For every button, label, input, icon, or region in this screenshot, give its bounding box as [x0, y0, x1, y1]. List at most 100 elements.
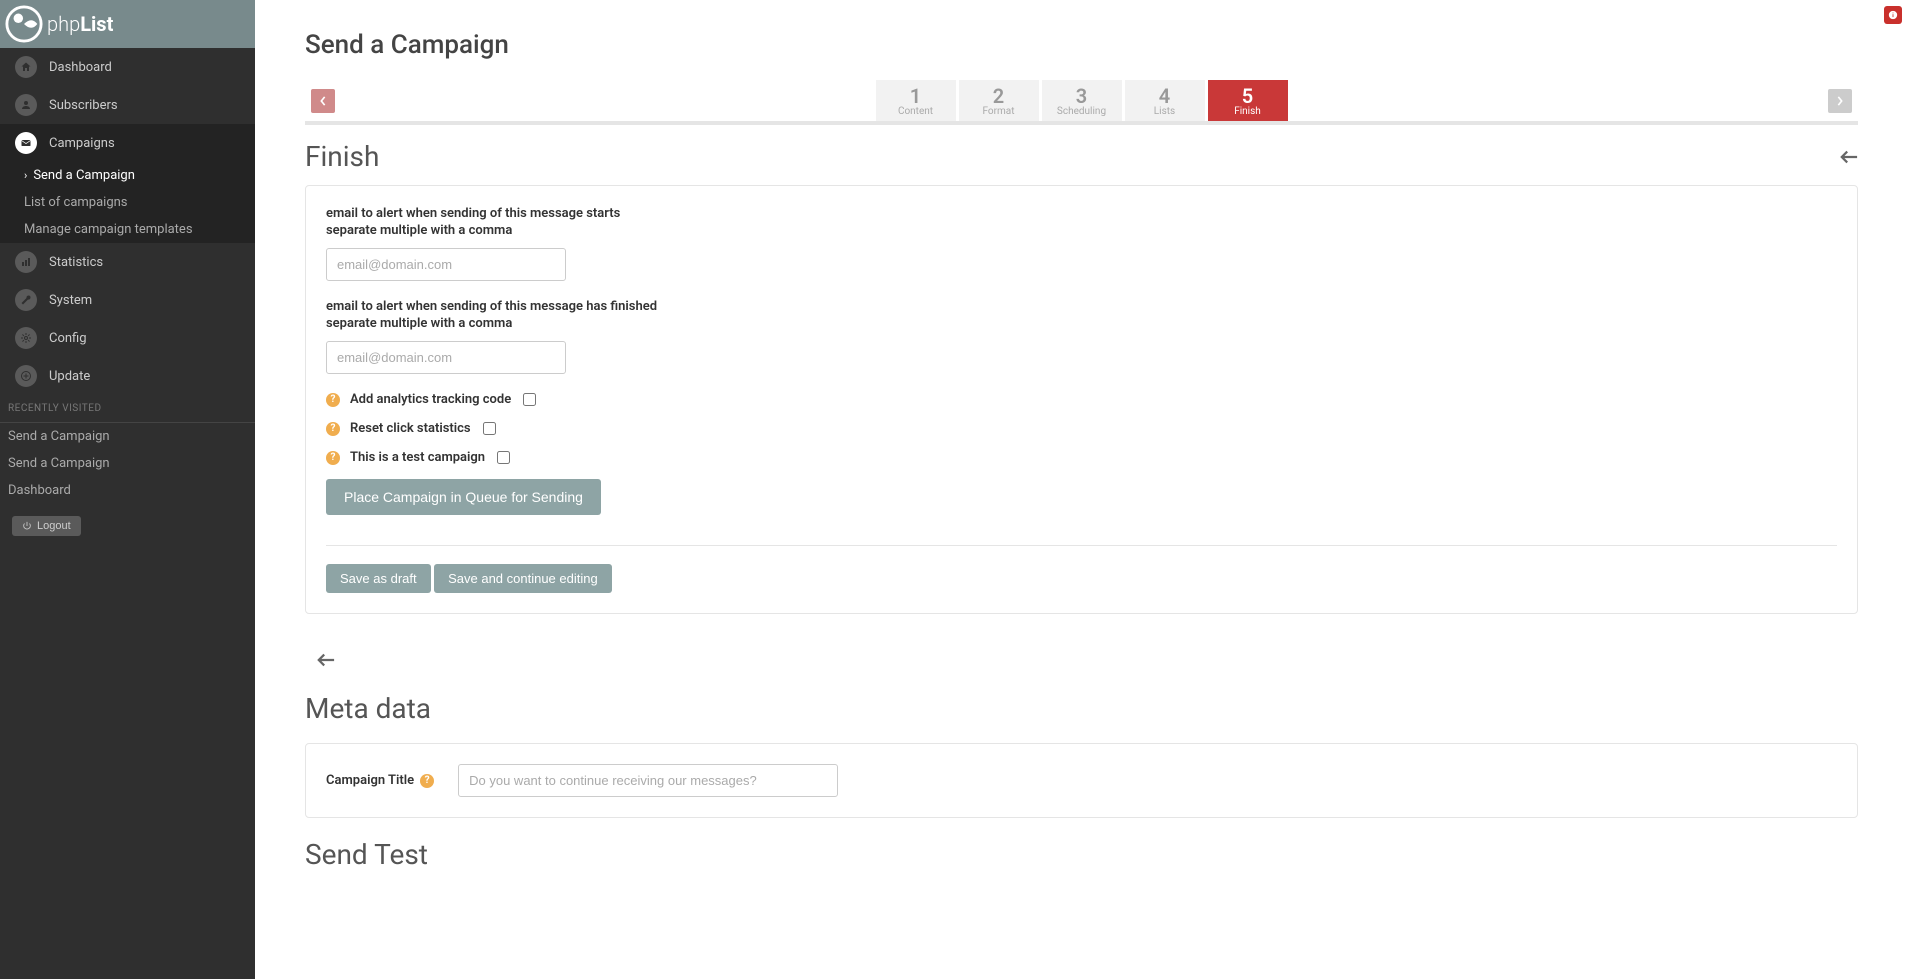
steps-bar: 1 Content 2 Format 3 Scheduling 4 Lists … — [305, 80, 1858, 125]
nav-label: Dashboard — [49, 60, 112, 75]
subnav-manage-templates[interactable]: Manage campaign templates — [0, 216, 255, 243]
alert-start-label-1: email to alert when sending of this mess… — [326, 206, 1837, 221]
sidebar-header: phpList — [0, 0, 255, 48]
analytics-row: ? Add analytics tracking code — [326, 392, 1837, 407]
step-tab-lists[interactable]: 4 Lists — [1125, 80, 1205, 121]
reset-checkbox[interactable] — [483, 422, 496, 435]
chevron-right-icon — [1836, 96, 1844, 106]
recent-header: RECENTLY VISITED — [0, 395, 255, 423]
save-draft-button[interactable]: Save as draft — [326, 564, 431, 593]
recent-item[interactable]: Dashboard — [0, 477, 255, 504]
help-icon[interactable]: ? — [326, 393, 340, 407]
logout-button[interactable]: Logout — [12, 516, 81, 536]
analytics-checkbox[interactable] — [523, 393, 536, 406]
campaign-title-label: Campaign Title ? — [326, 773, 444, 788]
nav-campaigns[interactable]: Campaigns — [0, 124, 255, 162]
wrench-icon — [15, 289, 37, 311]
back-arrow[interactable] — [1840, 145, 1858, 169]
recent-section: RECENTLY VISITED Send a Campaign Send a … — [0, 395, 255, 504]
chevron-left-icon — [319, 96, 327, 106]
step-label: Content — [876, 106, 956, 117]
nav-label: Config — [49, 331, 87, 346]
steps-center: 1 Content 2 Format 3 Scheduling 4 Lists … — [876, 80, 1288, 121]
below-back-arrow[interactable] — [317, 648, 335, 672]
subnav-label: Manage campaign templates — [24, 222, 193, 237]
logout-wrap: Logout — [0, 504, 255, 548]
nav-subscribers[interactable]: Subscribers — [0, 86, 255, 124]
campaign-title-input[interactable] — [458, 764, 838, 797]
test-row: ? This is a test campaign — [326, 450, 1837, 465]
logo-icon — [5, 5, 43, 43]
nav-label: Update — [49, 369, 90, 384]
step-num: 4 — [1125, 86, 1205, 106]
alert-finish-label-2: separate multiple with a comma — [326, 316, 1837, 331]
home-icon — [15, 56, 37, 78]
user-icon — [15, 94, 37, 116]
subnav-send-campaign[interactable]: › Send a Campaign — [0, 162, 255, 189]
nav-statistics[interactable]: Statistics — [0, 243, 255, 281]
recent-item[interactable]: Send a Campaign — [0, 423, 255, 450]
step-label: Finish — [1208, 106, 1288, 117]
sendtest-title: Send Test — [305, 838, 1858, 871]
step-label: Scheduling — [1042, 106, 1122, 117]
alert-finish-label-1: email to alert when sending of this mess… — [326, 299, 1837, 314]
nav-label: Subscribers — [49, 98, 118, 113]
alert-start-label-2: separate multiple with a comma — [326, 223, 1837, 238]
help-icon[interactable]: ? — [326, 422, 340, 436]
test-checkbox[interactable] — [497, 451, 510, 464]
meta-row: Campaign Title ? — [326, 764, 1837, 797]
logo[interactable]: phpList — [5, 5, 113, 43]
nav-config[interactable]: Config — [0, 319, 255, 357]
subnav-label: List of campaigns — [24, 195, 128, 210]
reset-label: Reset click statistics — [350, 421, 471, 436]
nav-label: System — [49, 293, 92, 308]
nav-update[interactable]: Update — [0, 357, 255, 395]
plus-circle-icon — [15, 365, 37, 387]
step-tab-finish[interactable]: 5 Finish — [1208, 80, 1288, 121]
nav-dashboard[interactable]: Dashboard — [0, 48, 255, 86]
power-icon — [22, 521, 32, 531]
nav-main: Dashboard Subscribers Campaigns › Send a… — [0, 48, 255, 395]
nav-system[interactable]: System — [0, 281, 255, 319]
finish-panel: email to alert when sending of this mess… — [305, 185, 1858, 614]
save-continue-button[interactable]: Save and continue editing — [434, 564, 612, 593]
reset-row: ? Reset click statistics — [326, 421, 1837, 436]
step-num: 2 — [959, 86, 1039, 106]
step-prev-button[interactable] — [311, 89, 335, 113]
page-title: Send a Campaign — [305, 30, 1858, 60]
step-tab-format[interactable]: 2 Format — [959, 80, 1039, 121]
chart-icon — [15, 251, 37, 273]
subnav-campaigns: › Send a Campaign List of campaigns Mana… — [0, 162, 255, 243]
envelope-icon — [15, 132, 37, 154]
sidebar: phpList Dashboard Subscribers Campaigns … — [0, 0, 255, 979]
recent-item[interactable]: Send a Campaign — [0, 450, 255, 477]
nav-label: Campaigns — [49, 136, 115, 151]
section-header: Finish — [305, 140, 1858, 173]
help-icon[interactable]: ? — [326, 451, 340, 465]
info-badge[interactable] — [1884, 6, 1902, 24]
chevron-right-icon: › — [24, 169, 27, 182]
subnav-list-campaigns[interactable]: List of campaigns — [0, 189, 255, 216]
arrow-left-icon — [1840, 150, 1858, 164]
info-icon — [1888, 10, 1898, 20]
meta-panel: Campaign Title ? — [305, 743, 1858, 818]
step-tab-content[interactable]: 1 Content — [876, 80, 956, 121]
main-content: Send a Campaign 1 Content 2 Format 3 Sch… — [255, 0, 1908, 911]
step-tab-scheduling[interactable]: 3 Scheduling — [1042, 80, 1122, 121]
step-next-button[interactable] — [1828, 89, 1852, 113]
nav-label: Statistics — [49, 255, 103, 270]
test-label: This is a test campaign — [350, 450, 485, 465]
step-num: 5 — [1208, 86, 1288, 106]
queue-button[interactable]: Place Campaign in Queue for Sending — [326, 479, 601, 515]
alert-start-input[interactable] — [326, 248, 566, 281]
subnav-label: Send a Campaign — [33, 168, 135, 183]
meta-title: Meta data — [305, 692, 1858, 725]
help-icon[interactable]: ? — [420, 774, 434, 788]
logo-text: phpList — [47, 12, 113, 36]
alert-finish-input[interactable] — [326, 341, 566, 374]
analytics-label: Add analytics tracking code — [350, 392, 511, 407]
arrow-left-icon — [317, 653, 335, 667]
step-label: Format — [959, 106, 1039, 117]
step-label: Lists — [1125, 106, 1205, 117]
section-title: Finish — [305, 140, 379, 173]
